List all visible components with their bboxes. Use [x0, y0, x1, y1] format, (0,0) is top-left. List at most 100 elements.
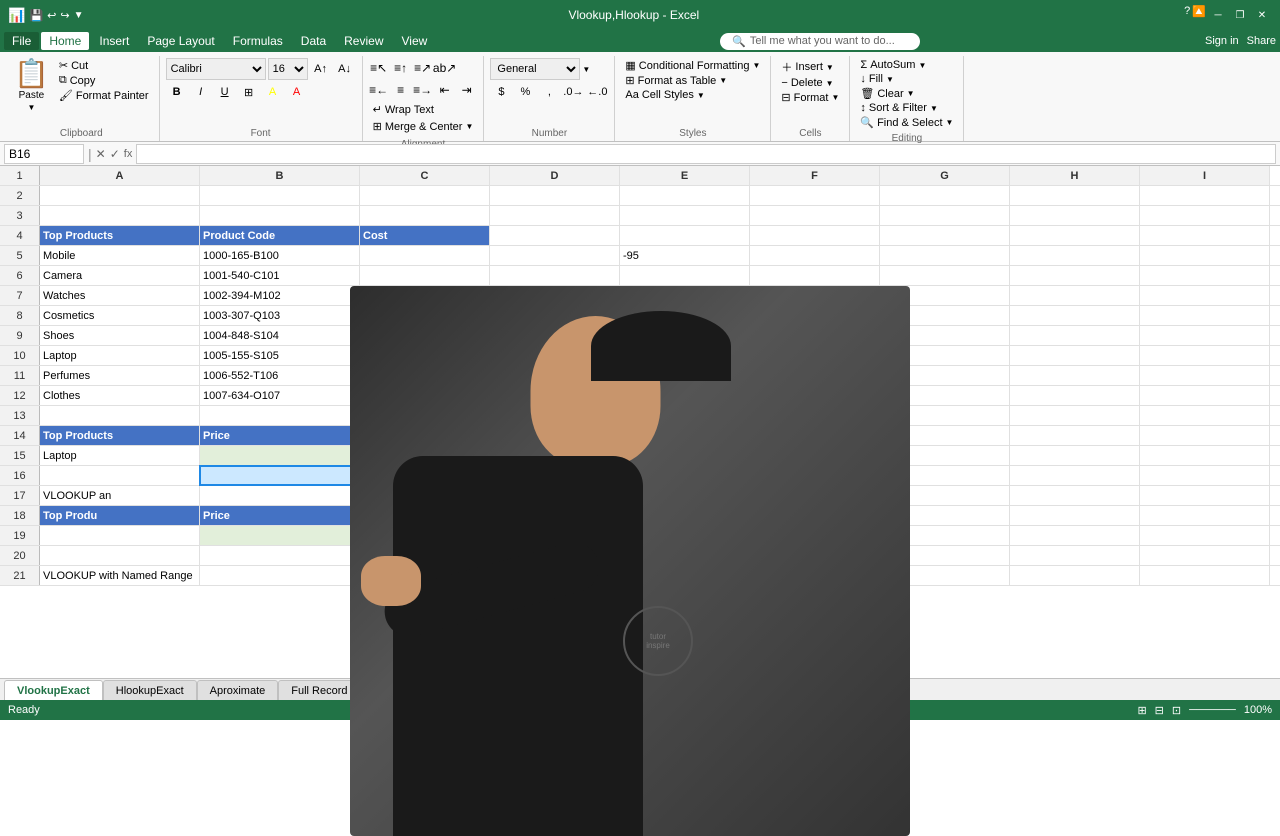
percent-button[interactable]: %: [514, 82, 536, 102]
cell-H16[interactable]: [1010, 466, 1140, 485]
cell-G4[interactable]: [880, 226, 1010, 245]
cell-I17[interactable]: [1140, 486, 1270, 505]
cell-E5[interactable]: -95: [620, 246, 750, 265]
align-right-button[interactable]: ≡→: [413, 80, 433, 100]
cell-A18[interactable]: Top Produ: [40, 506, 200, 525]
cell-A19[interactable]: [40, 526, 200, 545]
increase-decimal-button[interactable]: .0→: [562, 82, 584, 102]
cell-H9[interactable]: [1010, 326, 1140, 345]
insert-dropdown-icon[interactable]: ▼: [826, 63, 834, 72]
menu-page-layout[interactable]: Page Layout: [139, 32, 222, 50]
find-dropdown-icon[interactable]: ▼: [946, 118, 954, 127]
copy-button[interactable]: ⧉ Copy: [55, 73, 153, 88]
format-dropdown-icon[interactable]: ▼: [831, 93, 839, 102]
cell-d1[interactable]: [490, 166, 620, 185]
decrease-font-size-button[interactable]: A↓: [334, 59, 356, 79]
cell-A12[interactable]: Clothes: [40, 386, 200, 405]
ft-dropdown-icon[interactable]: ▼: [719, 76, 727, 85]
clear-dropdown-icon[interactable]: ▼: [907, 89, 915, 98]
cell-D4[interactable]: [490, 226, 620, 245]
cell-G5[interactable]: [880, 246, 1010, 265]
menu-home[interactable]: Home: [41, 32, 89, 50]
merge-dropdown-icon[interactable]: ▼: [465, 122, 473, 131]
cell-b1[interactable]: [200, 166, 360, 185]
cell-I12[interactable]: [1140, 386, 1270, 405]
cell-B5[interactable]: 1000-165-B100: [200, 246, 360, 265]
menu-insert[interactable]: Insert: [91, 32, 137, 50]
indent-decrease-button[interactable]: ⇤: [435, 80, 455, 100]
align-left-button[interactable]: ≡←: [369, 80, 389, 100]
cell-H12[interactable]: [1010, 386, 1140, 405]
align-top-right-button[interactable]: ≡↗: [413, 58, 433, 78]
menu-view[interactable]: View: [394, 32, 436, 50]
cut-button[interactable]: ✂ Cut: [55, 58, 153, 73]
underline-button[interactable]: U: [214, 82, 236, 102]
cell-I19[interactable]: [1140, 526, 1270, 545]
cell-F6[interactable]: [750, 266, 880, 285]
cell-g1[interactable]: [880, 166, 1010, 185]
cell-A9[interactable]: Shoes: [40, 326, 200, 345]
conditional-formatting-button[interactable]: ▦ Conditional Formatting ▼: [621, 58, 764, 73]
cell-e3[interactable]: [620, 206, 750, 225]
cell-I16[interactable]: [1140, 466, 1270, 485]
cell-H4[interactable]: [1010, 226, 1140, 245]
search-placeholder[interactable]: Tell me what you want to do...: [750, 35, 895, 47]
restore-button[interactable]: ❐: [1230, 5, 1250, 25]
cell-B15[interactable]: [200, 446, 360, 465]
cell-A13[interactable]: [40, 406, 200, 425]
cell-I15[interactable]: [1140, 446, 1270, 465]
cell-H13[interactable]: [1010, 406, 1140, 425]
cell-B6[interactable]: 1001-540-C101: [200, 266, 360, 285]
ribbon-toggle-icon[interactable]: 🔼: [1192, 5, 1206, 25]
cell-B19[interactable]: [200, 526, 360, 545]
cell-c2[interactable]: [360, 186, 490, 205]
cell-a2[interactable]: [40, 186, 200, 205]
cell-b2[interactable]: [200, 186, 360, 205]
sort-dropdown-icon[interactable]: ▼: [930, 104, 938, 113]
decrease-decimal-button[interactable]: ←.0: [586, 82, 608, 102]
cell-E4[interactable]: [620, 226, 750, 245]
cell-A17[interactable]: VLOOKUP an: [40, 486, 200, 505]
cell-H10[interactable]: [1010, 346, 1140, 365]
menu-file[interactable]: File: [4, 32, 39, 50]
find-select-button[interactable]: 🔍 Find & Select ▼: [856, 115, 957, 130]
cell-B4[interactable]: Product Code: [200, 226, 360, 245]
cell-B12[interactable]: 1007-634-O107: [200, 386, 360, 405]
cell-H15[interactable]: [1010, 446, 1140, 465]
cell-H20[interactable]: [1010, 546, 1140, 565]
cell-i2[interactable]: [1140, 186, 1270, 205]
cell-b3[interactable]: [200, 206, 360, 225]
align-top-left-button[interactable]: ≡↖: [369, 58, 389, 78]
cell-H17[interactable]: [1010, 486, 1140, 505]
cell-I21[interactable]: [1140, 566, 1270, 585]
cell-h1[interactable]: [1010, 166, 1140, 185]
cell-c3[interactable]: [360, 206, 490, 225]
cell-A10[interactable]: Laptop: [40, 346, 200, 365]
tab-aproximate[interactable]: Aproximate: [197, 680, 279, 700]
paste-dropdown-icon[interactable]: ▼: [27, 103, 35, 112]
tab-vlookup-exact[interactable]: VlookupExact: [4, 680, 103, 700]
cell-C4[interactable]: Cost: [360, 226, 490, 245]
menu-review[interactable]: Review: [336, 32, 391, 50]
font-name-select[interactable]: Calibri: [166, 58, 266, 80]
cell-A7[interactable]: Watches: [40, 286, 200, 305]
cell-H18[interactable]: [1010, 506, 1140, 525]
cell-B21[interactable]: [200, 566, 360, 585]
cancel-formula-icon[interactable]: ✕: [96, 147, 106, 161]
view-page-icon[interactable]: ⊡: [1172, 704, 1181, 717]
cell-F4[interactable]: [750, 226, 880, 245]
menu-formulas[interactable]: Formulas: [225, 32, 291, 50]
cell-B16[interactable]: [200, 466, 360, 485]
save-icon[interactable]: 💾: [29, 9, 43, 22]
currency-button[interactable]: $: [490, 82, 512, 102]
cell-A8[interactable]: Cosmetics: [40, 306, 200, 325]
cell-A21[interactable]: VLOOKUP with Named Range: [40, 566, 200, 585]
fill-button[interactable]: ↓ Fill ▼: [856, 72, 957, 86]
cell-A6[interactable]: Camera: [40, 266, 200, 285]
cell-h3[interactable]: [1010, 206, 1140, 225]
cell-B17[interactable]: [200, 486, 360, 505]
cell-I18[interactable]: [1140, 506, 1270, 525]
font-size-select[interactable]: 16: [268, 58, 308, 80]
cell-A5[interactable]: Mobile: [40, 246, 200, 265]
cell-i1[interactable]: [1140, 166, 1270, 185]
